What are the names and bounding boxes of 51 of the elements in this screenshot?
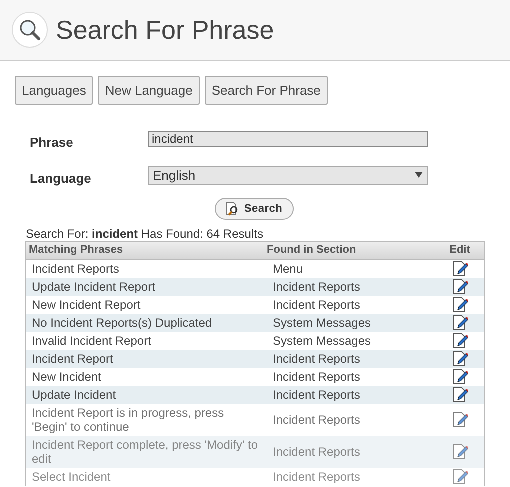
search-icon: [12, 12, 48, 48]
column-header: Matching Phrases: [28, 243, 124, 258]
edit-icon[interactable]: [452, 412, 468, 428]
table-row[interactable]: No Incident Reports(s) Duplicated System Messages: [26, 314, 484, 332]
table-cell-text: Update Incident Report: [31, 279, 156, 296]
phrase-input[interactable]: incident: [148, 130, 428, 147]
table-cell-text: Incident Reports: [272, 280, 362, 294]
table-cell-text: New Incident Report: [31, 297, 142, 314]
table-cell-text: Incident Report complete, press 'Modify' to edit: [31, 437, 260, 468]
dropdown-arrow-icon: [415, 172, 423, 178]
edit-icon[interactable]: [452, 351, 468, 367]
table-cell-text: New Incident: [31, 369, 102, 386]
table-cell-text: No Incident Reports(s) Duplicated: [31, 315, 214, 332]
nav-button[interactable]: New Language: [98, 76, 200, 105]
language-select[interactable]: English: [148, 166, 428, 185]
table-cell-text: Incident Reports: [272, 352, 362, 366]
edit-icon[interactable]: [452, 279, 468, 295]
column-header: Found in Section: [266, 243, 358, 258]
edit-icon[interactable]: [452, 315, 468, 331]
edit-icon[interactable]: [452, 297, 468, 313]
table-cell-text: Select Incident: [31, 469, 112, 486]
table-cell-text: System Messages: [272, 316, 372, 330]
table-cell-text: Incident Report: [31, 351, 114, 368]
search-icon: [226, 202, 240, 216]
results-summary: Search For: incident Has Found: 64 Results: [26, 227, 264, 241]
table-cell-text: Incident Reports: [272, 413, 362, 427]
nav-button[interactable]: Languages: [15, 76, 94, 105]
table-cell-text: Incident Reports: [272, 470, 362, 484]
edit-icon[interactable]: [452, 369, 468, 385]
table-cell-text: Incident Reports: [272, 298, 362, 312]
language-label: Language: [30, 170, 92, 188]
page-title: Search For Phrase: [56, 14, 274, 46]
table-cell-text: Incident Report is in progress, press 'Begin' to continue: [31, 405, 226, 436]
nav-button[interactable]: Search For Phrase: [204, 76, 328, 105]
table-row[interactable]: Incident Report Incident Reports: [26, 350, 484, 368]
table-cell-text: System Messages: [272, 334, 372, 348]
table-row[interactable]: Update Incident Report Incident Reports: [26, 278, 484, 296]
search-button[interactable]: Search: [215, 198, 294, 220]
table-cell-text: Incident Reports: [31, 261, 120, 278]
phrase-label: Phrase: [30, 134, 74, 152]
table-cell-text: Incident Reports: [272, 370, 362, 384]
table-cell-text: Incident Reports: [272, 445, 362, 459]
table-cell-text: Update Incident: [31, 387, 118, 404]
table-cell-text: Invalid Incident Report: [31, 333, 152, 350]
column-header: Edit: [448, 243, 472, 258]
table-row[interactable]: Update Incident Incident Reports: [26, 386, 484, 404]
edit-icon[interactable]: [452, 333, 468, 349]
table-cell-text: Menu: [272, 262, 304, 276]
table-cell-text: Incident Reports: [272, 388, 362, 402]
edit-icon[interactable]: [452, 261, 468, 277]
edit-icon[interactable]: [452, 387, 468, 403]
